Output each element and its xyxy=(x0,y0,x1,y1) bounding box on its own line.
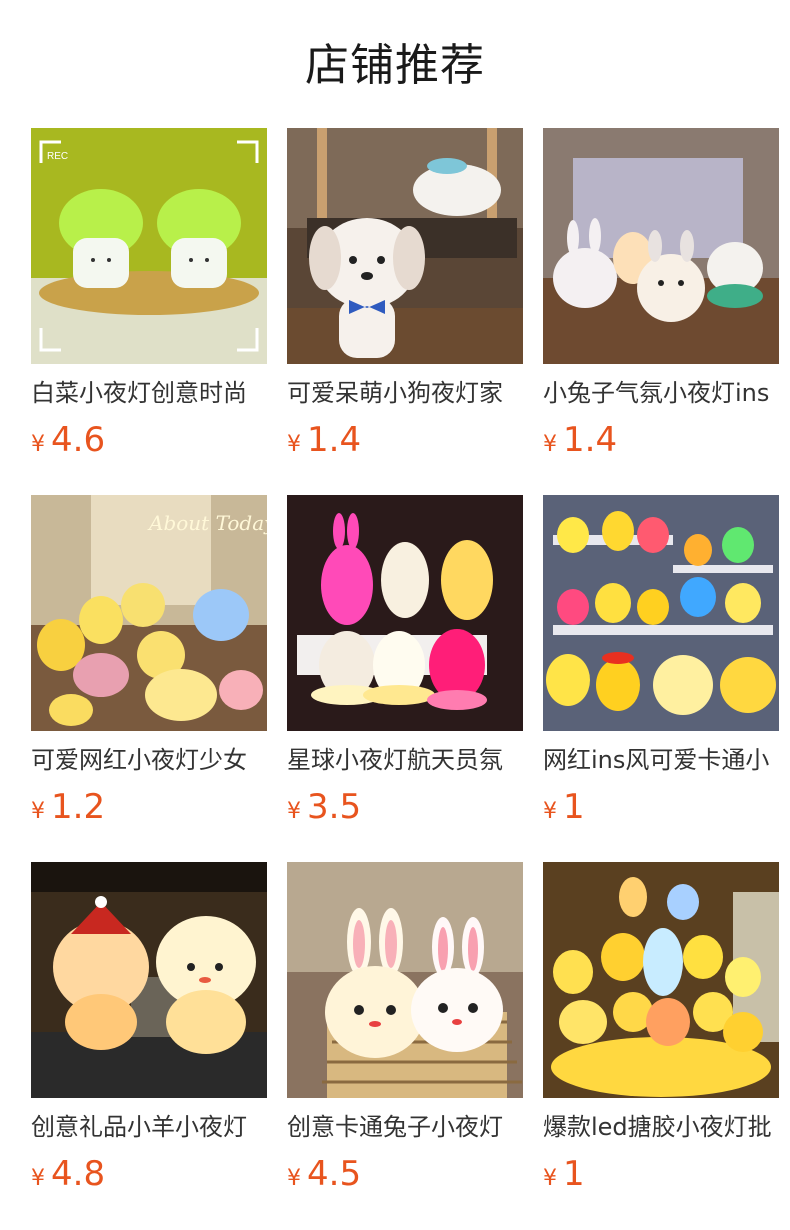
product-image[interactable] xyxy=(287,862,523,1098)
product-name[interactable]: 可爱呆萌小狗夜灯家 xyxy=(287,378,523,408)
product-image[interactable]: About Today xyxy=(31,495,267,731)
product-name[interactable]: 可爱网红小夜灯少女 xyxy=(31,745,267,775)
product-name[interactable]: 网红ins风可爱卡通小 xyxy=(543,745,779,775)
price-value: 4.6 xyxy=(51,420,106,460)
currency-symbol: ¥ xyxy=(543,799,557,824)
price-value: 3.5 xyxy=(307,787,362,827)
product-name[interactable]: 白菜小夜灯创意时尚 xyxy=(31,378,267,408)
currency-symbol: ¥ xyxy=(31,432,45,457)
product-name[interactable]: 创意礼品小羊小夜灯 xyxy=(31,1112,267,1142)
about-today-text: About Today xyxy=(147,511,267,535)
product-grid: REC 白菜小夜灯创意时尚 ¥4.6 可爱呆萌小狗夜灯家 ¥ 1.4 小兔子气氛… xyxy=(31,128,779,1229)
product-image[interactable] xyxy=(31,862,267,1098)
currency-symbol: ¥ xyxy=(287,1166,301,1191)
product-card[interactable]: 小兔子气氛小夜灯ins ¥1.4 xyxy=(543,128,779,495)
currency-symbol: ¥ xyxy=(543,1166,557,1191)
product-card[interactable]: 创意卡通兔子小夜灯 ¥4.5 xyxy=(287,862,523,1229)
product-name[interactable]: 爆款led搪胶小夜灯批 xyxy=(543,1112,779,1142)
product-price: ¥4.6 xyxy=(31,418,267,468)
product-image[interactable]: REC xyxy=(31,128,267,364)
currency-symbol: ¥ xyxy=(287,432,301,457)
product-image[interactable] xyxy=(287,128,523,364)
currency-symbol: ¥ xyxy=(287,799,301,824)
price-value: 4.8 xyxy=(51,1154,106,1194)
product-price: ¥4.5 xyxy=(287,1152,523,1202)
currency-symbol: ¥ xyxy=(31,799,45,824)
product-card[interactable]: 网红ins风可爱卡通小 ¥1 xyxy=(543,495,779,862)
price-value: 1.4 xyxy=(307,420,362,460)
price-value: 1.4 xyxy=(563,420,618,460)
product-price: ¥1 xyxy=(543,1152,779,1202)
product-card[interactable]: REC 白菜小夜灯创意时尚 ¥4.6 xyxy=(31,128,267,495)
currency-symbol: ¥ xyxy=(31,1166,45,1191)
product-card[interactable]: 创意礼品小羊小夜灯 ¥4.8 xyxy=(31,862,267,1229)
currency-symbol: ¥ xyxy=(543,432,557,457)
product-card[interactable]: About Today 可爱网红小夜灯少女 ¥1.2 xyxy=(31,495,267,862)
product-price: ¥1.4 xyxy=(287,418,523,468)
product-name[interactable]: 小兔子气氛小夜灯ins xyxy=(543,378,779,408)
product-name[interactable]: 创意卡通兔子小夜灯 xyxy=(287,1112,523,1142)
product-card[interactable]: 爆款led搪胶小夜灯批 ¥1 xyxy=(543,862,779,1229)
product-image[interactable] xyxy=(543,495,779,731)
page-title: 店铺推荐 xyxy=(305,40,485,91)
product-price: ¥4.8 xyxy=(31,1152,267,1202)
product-name[interactable]: 星球小夜灯航天员氛 xyxy=(287,745,523,775)
price-value: 1 xyxy=(563,787,585,827)
price-value: 1 xyxy=(563,1154,585,1194)
product-price: ¥3.5 xyxy=(287,785,523,835)
product-card[interactable]: 可爱呆萌小狗夜灯家 ¥1.4 xyxy=(287,128,523,495)
product-image[interactable] xyxy=(287,495,523,731)
product-card[interactable]: 星球小夜灯航天员氛 ¥3.5 xyxy=(287,495,523,862)
rec-label: REC xyxy=(47,151,68,162)
product-price: ¥1.4 xyxy=(543,418,779,468)
product-image[interactable] xyxy=(543,128,779,364)
product-price: ¥1.2 xyxy=(31,785,267,835)
price-value: 1.2 xyxy=(51,787,106,827)
price-value: 4.5 xyxy=(307,1154,362,1194)
product-image[interactable] xyxy=(543,862,779,1098)
product-price: ¥1 xyxy=(543,785,779,835)
